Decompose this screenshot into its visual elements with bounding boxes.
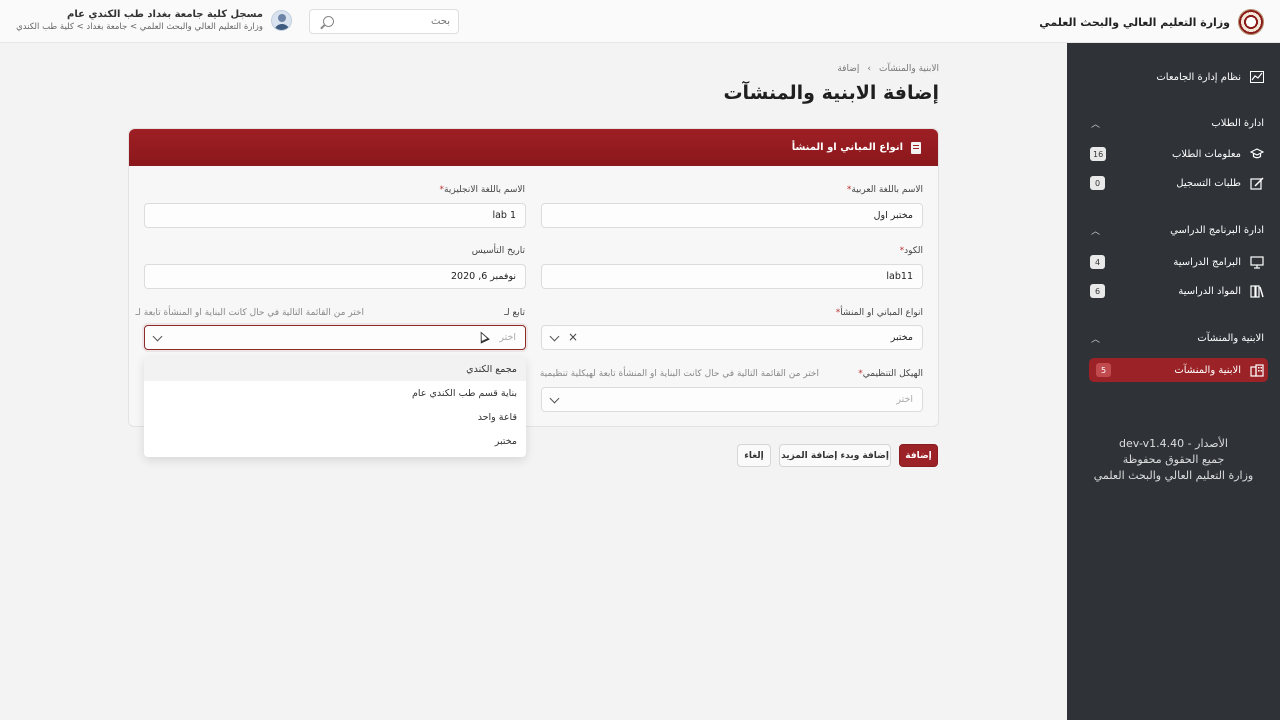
sidebar-footer: الأصدار - dev-v1.4.40 جميع الحقوق محفوظة… bbox=[1067, 436, 1280, 484]
sidebar-item-system[interactable]: نظام إدارة الجامعات bbox=[1083, 65, 1264, 89]
dropdown-option[interactable]: قاعة واحد bbox=[144, 405, 526, 429]
sidebar-section-buildings[interactable]: الابنية والمنشآت ︿ bbox=[1083, 328, 1264, 348]
count-badge: 5 bbox=[1096, 363, 1111, 377]
chevron-down-icon[interactable] bbox=[549, 393, 560, 404]
brand[interactable]: وزارة التعليم العالي والبحث العلمي bbox=[1039, 8, 1264, 36]
org-hint: اختر من القائمة التالية في حال كانت البن… bbox=[539, 369, 819, 379]
dropdown-option[interactable]: مختبر bbox=[144, 429, 526, 453]
search-box[interactable] bbox=[309, 9, 459, 34]
sidebar-item-label: البرامج الدراسية bbox=[1173, 256, 1241, 268]
edit-form-icon bbox=[1249, 176, 1264, 191]
count-badge: 6 bbox=[1090, 284, 1105, 298]
parent-select-placeholder: اختر bbox=[499, 332, 516, 343]
founded-label: تاريخ التأسيس bbox=[471, 246, 525, 256]
brand-title: وزارة التعليم العالي والبحث العلمي bbox=[1039, 15, 1230, 29]
section-title: الابنية والمنشآت bbox=[1197, 332, 1264, 344]
sidebar-section-students[interactable]: ادارة الطلاب ︿ bbox=[1083, 113, 1264, 133]
code-label: الكود* bbox=[899, 246, 923, 256]
org-select-placeholder: اختر bbox=[896, 394, 913, 405]
ministry-logo bbox=[1238, 9, 1264, 35]
presentation-icon bbox=[1249, 255, 1264, 270]
page-title: إضافة الابنية والمنشآت bbox=[723, 82, 939, 104]
document-icon bbox=[911, 141, 921, 154]
org-text: وزارة التعليم العالي والبحث العلمي bbox=[1093, 469, 1254, 482]
version-text: الأصدار - dev-v1.4.40 bbox=[1119, 437, 1228, 450]
add-and-more-button[interactable]: إضافة وبدء إضافة المزيد bbox=[779, 444, 891, 467]
chart-icon bbox=[1249, 70, 1264, 85]
org-label: الهيكل التنظيمي* bbox=[858, 369, 923, 379]
search-icon bbox=[323, 16, 334, 27]
type-label: انواع المباني او المنشأ* bbox=[835, 308, 923, 318]
card-header: انواع المباني او المنشأ bbox=[129, 129, 938, 166]
breadcrumb-current: إضافة bbox=[837, 64, 860, 74]
count-badge: 4 bbox=[1090, 255, 1105, 269]
rights-text: جميع الحقوق محفوظة bbox=[1122, 453, 1225, 466]
user-info: مسجل كلية جامعة بغداد طب الكندي عام وزار… bbox=[16, 9, 263, 32]
parent-hint: اختر من القائمة التالية في حال كانت البن… bbox=[135, 308, 365, 318]
type-select[interactable]: مختبر × bbox=[541, 325, 923, 350]
count-badge: 16 bbox=[1090, 147, 1107, 161]
code-input[interactable]: lab11 bbox=[541, 264, 923, 289]
sidebar-item-label: المواد الدراسية bbox=[1178, 285, 1241, 297]
clear-icon[interactable]: × bbox=[568, 330, 578, 344]
cancel-button[interactable]: إلغاء bbox=[737, 444, 771, 467]
sidebar-section-programs[interactable]: ادارة البرنامج الدراسي ︿ bbox=[1083, 220, 1264, 240]
search-input[interactable] bbox=[340, 16, 450, 27]
name-en-label: الاسم باللغة الانجليزية* bbox=[439, 185, 525, 195]
avatar[interactable] bbox=[271, 10, 292, 31]
top-bar: وزارة التعليم العالي والبحث العلمي مسجل … bbox=[0, 0, 1280, 43]
building-icon bbox=[1249, 363, 1264, 378]
name-ar-label: الاسم باللغة العربية* bbox=[846, 185, 923, 195]
chevron-up-icon: ︿ bbox=[1091, 226, 1101, 237]
chevron-up-icon: ︿ bbox=[1091, 334, 1101, 345]
sidebar-item-students-info[interactable]: معلومات الطلاب 16 bbox=[1083, 142, 1264, 166]
founded-date-input[interactable]: نوفمبر 6, 2020 bbox=[144, 264, 526, 289]
org-select[interactable]: اختر bbox=[541, 387, 923, 412]
parent-label: تابع لـ bbox=[504, 308, 525, 318]
user-path: وزارة التعليم العالي والبحث العلمي > جام… bbox=[16, 22, 263, 32]
sidebar-item-label: معلومات الطلاب bbox=[1171, 148, 1241, 160]
chevron-left-icon: › bbox=[867, 64, 871, 74]
parent-select[interactable]: اختر bbox=[144, 325, 526, 350]
parent-dropdown-menu: مجمع الكندي بناية قسم طب الكندي عام قاعة… bbox=[144, 357, 526, 457]
sidebar-item-programs[interactable]: البرامج الدراسية 4 bbox=[1083, 250, 1264, 274]
sidebar: نظام إدارة الجامعات ادارة الطلاب ︿ معلوم… bbox=[1067, 43, 1280, 720]
count-badge: 0 bbox=[1090, 176, 1105, 190]
card-title: انواع المباني او المنشأ bbox=[791, 142, 903, 153]
section-title: ادارة الطلاب bbox=[1211, 117, 1264, 129]
chevron-down-icon[interactable] bbox=[152, 331, 163, 342]
sidebar-item-label: الابنية والمنشآت bbox=[1174, 364, 1241, 376]
add-button[interactable]: إضافة bbox=[899, 444, 938, 467]
books-icon bbox=[1249, 284, 1264, 299]
name-en-input[interactable]: lab 1 bbox=[144, 203, 526, 228]
sidebar-item-buildings[interactable]: الابنية والمنشآت 5 bbox=[1089, 358, 1268, 382]
user-name: مسجل كلية جامعة بغداد طب الكندي عام bbox=[67, 9, 263, 20]
breadcrumb: الابنية والمنشآت › إضافة bbox=[837, 64, 939, 74]
chevron-up-icon: ︿ bbox=[1091, 119, 1101, 130]
dropdown-option[interactable]: مجمع الكندي bbox=[144, 357, 526, 381]
sidebar-item-courses[interactable]: المواد الدراسية 6 bbox=[1083, 279, 1264, 303]
sidebar-item-label: نظام إدارة الجامعات bbox=[1156, 71, 1241, 83]
dropdown-option[interactable]: بناية قسم طب الكندي عام bbox=[144, 381, 526, 405]
sidebar-item-registration[interactable]: طلبات التسجيل 0 bbox=[1083, 171, 1264, 195]
name-ar-input[interactable]: مختبر اول bbox=[541, 203, 923, 228]
student-cap-icon bbox=[1249, 147, 1264, 162]
chevron-down-icon[interactable] bbox=[549, 331, 560, 342]
type-select-value: مختبر bbox=[890, 332, 913, 343]
breadcrumb-parent[interactable]: الابنية والمنشآت bbox=[879, 64, 939, 74]
section-title: ادارة البرنامج الدراسي bbox=[1170, 224, 1264, 236]
user-menu[interactable]: مسجل كلية جامعة بغداد طب الكندي عام وزار… bbox=[16, 9, 292, 32]
sidebar-item-label: طلبات التسجيل bbox=[1176, 177, 1241, 189]
